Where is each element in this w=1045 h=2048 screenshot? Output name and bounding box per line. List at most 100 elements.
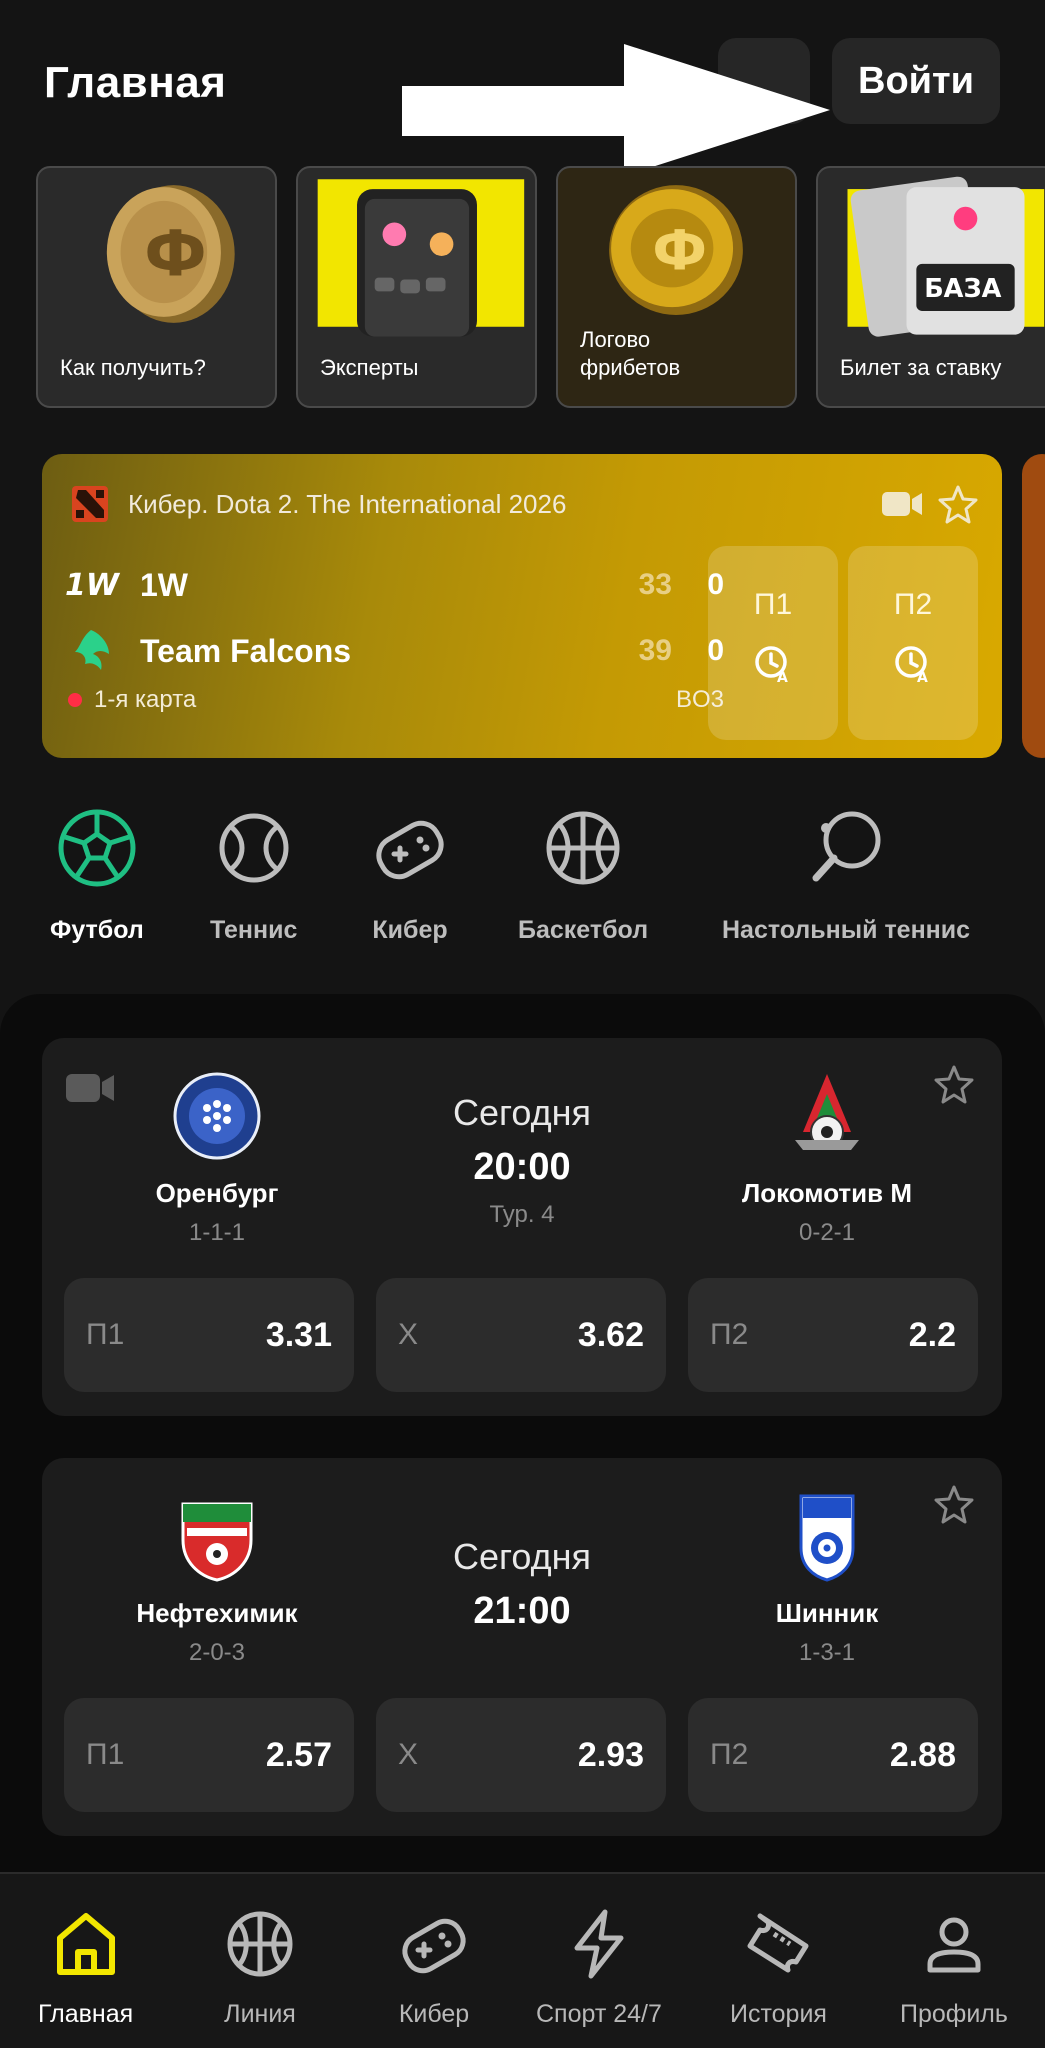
lightning-icon [574,1909,624,1979]
nav-item-line[interactable]: Линия [222,1906,298,2029]
live-dot [68,693,82,707]
team-logo: 1W [65,567,119,603]
away-team: Шинник 1-3-1 [702,1490,952,1667]
home-team: Нефтехимик 2-0-3 [92,1490,342,1667]
star-icon[interactable] [938,484,978,524]
svg-text:Ф: Ф [144,218,206,291]
odd-p2-button[interactable]: П2 2.2 [688,1278,978,1392]
team-name: Нефтехимик [136,1598,298,1628]
story-card[interactable]: БАЗА Билет за ставку [816,166,1045,408]
clock-icon: A [755,646,788,684]
team-score: 39 [638,634,672,667]
gamepad-icon [402,1918,466,1974]
event-day: Сегодня [453,1092,591,1133]
story-card[interactable]: Ф Как получить? [36,166,277,408]
team-row: Team Falcons 39 0 [64,626,724,676]
page: Главная Войти Ф Как получить? Эксперты Ф… [0,0,1045,2048]
ticket-icon: БАЗА [847,176,1045,337]
event-time-block: Сегодня 20:00 Тур. 4 [372,1092,672,1229]
story-card[interactable]: Ф Логово фрибетов [556,166,797,408]
story-card[interactable]: Эксперты [296,166,537,408]
sport-tab-table-tennis[interactable]: Настольный теннис [722,806,970,945]
odd-p2-button[interactable]: П2 A [848,546,978,740]
tournament-row: Кибер. Dota 2. The International 2026 [70,482,566,526]
neftekhimik-logo-icon [181,1502,253,1582]
header: Главная Войти [0,30,1045,176]
bottom-nav: Главная Линия Кибер Спорт 24/7 История П… [0,1872,1045,2048]
nav-item-history[interactable]: История [730,1906,827,2029]
tennis-icon [219,813,289,883]
event-time: 21:00 [473,1590,571,1632]
event-card[interactable]: Нефтехимик 2-0-3 Сегодня 21:00 Шинник 1-… [42,1458,1002,1836]
home-icon [56,1913,115,1975]
story-label: Билет за ставку [840,355,1002,380]
team-form: 0-2-1 [798,1219,856,1246]
table-tennis-icon [812,811,881,882]
event-time-block: Сегодня 21:00 [372,1536,672,1633]
event-round: Тур. 4 [489,1201,555,1228]
sport-tab-basketball[interactable]: Баскетбол [518,806,648,945]
shinnik-logo-icon [799,1494,855,1582]
team-form: 2-0-3 [188,1639,246,1666]
stories-carousel: Ф Как получить? Эксперты Ф Логово фрибет… [36,166,1045,410]
sport-tab-tennis[interactable]: Теннис [210,806,297,945]
svg-text:БАЗА: БАЗА [924,274,1001,304]
user-icon [927,1917,981,1973]
team-form: 1-1-1 [188,1219,246,1246]
sports-tabs: Футбол Теннис Кибер Баскетбол Настольный… [0,806,1045,956]
video-icon[interactable] [882,490,924,518]
svg-text:A: A [917,670,928,684]
nav-item-sport-24-7[interactable]: Спорт 24/7 [536,1906,662,2029]
lokomotiv-logo-icon [795,1074,859,1150]
falcon-icon [75,630,109,670]
nav-item-esports[interactable]: Кибер [396,1906,472,2029]
sport-tab-football[interactable]: Футбол [50,806,144,945]
clock-icon: A [895,646,928,684]
team-logo [64,628,120,674]
odd-p1-button[interactable]: П1 A [708,546,838,740]
odd-draw-button[interactable]: X 3.62 [376,1278,666,1392]
team-form: 1-3-1 [798,1639,856,1666]
events-panel: Оренбург 1-1-1 Сегодня 20:00 Тур. 4 Локо… [0,994,1045,1874]
away-team: Локомотив М 0-2-1 [702,1070,952,1247]
arrow-annotation-icon [402,44,830,176]
team-name: Оренбург [155,1178,279,1208]
basketball-icon [227,1911,293,1977]
phone-icon [317,179,525,337]
event-card[interactable]: Оренбург 1-1-1 Сегодня 20:00 Тур. 4 Локо… [42,1038,1002,1416]
svg-text:A: A [777,670,788,684]
page-title: Главная [44,58,227,107]
story-label: Логово фрибетов [580,327,681,380]
odd-draw-button[interactable]: X 2.93 [376,1698,666,1812]
orenburg-logo-icon [173,1072,261,1160]
coin-icon: Ф [106,185,235,323]
odd-p1-button[interactable]: П1 3.31 [64,1278,354,1392]
team-name: Team Falcons [140,632,352,669]
basketball-icon [546,811,620,885]
home-team: Оренбург 1-1-1 [92,1070,342,1247]
team-score: 33 [638,568,672,601]
next-live-card[interactable] [1022,454,1045,758]
live-match-card[interactable]: Кибер. Dota 2. The International 2026 1W… [42,454,1002,758]
team-name: Шинник [775,1598,879,1628]
odds-row: П1 3.31 X 3.62 П2 2.2 [64,1278,980,1392]
coin-icon: Ф [609,185,743,315]
map-row: 1-я карта BO3 [64,686,724,714]
story-label: Как получить? [60,355,206,380]
nav-item-profile[interactable]: Профиль [900,1906,1008,2029]
story-label: Эксперты [320,355,419,380]
odd-p1-button[interactable]: П1 2.57 [64,1698,354,1812]
event-time: 20:00 [473,1146,571,1188]
svg-text:Ф: Ф [652,219,707,283]
team-name: Локомотив М [741,1178,913,1208]
event-day: Сегодня [453,1536,591,1577]
dota-icon [72,486,108,522]
tournament-name: Кибер. Dota 2. The International 2026 [128,488,567,519]
odd-p2-button[interactable]: П2 2.88 [688,1698,978,1812]
odds-row: П1 2.57 X 2.93 П2 2.88 [64,1698,980,1812]
team-name: 1W [140,566,188,603]
map-label: 1-я карта [94,686,197,713]
nav-item-home[interactable]: Главная [38,1906,133,2029]
sport-tab-esports[interactable]: Кибер [368,806,452,945]
gamepad-icon [376,820,444,880]
